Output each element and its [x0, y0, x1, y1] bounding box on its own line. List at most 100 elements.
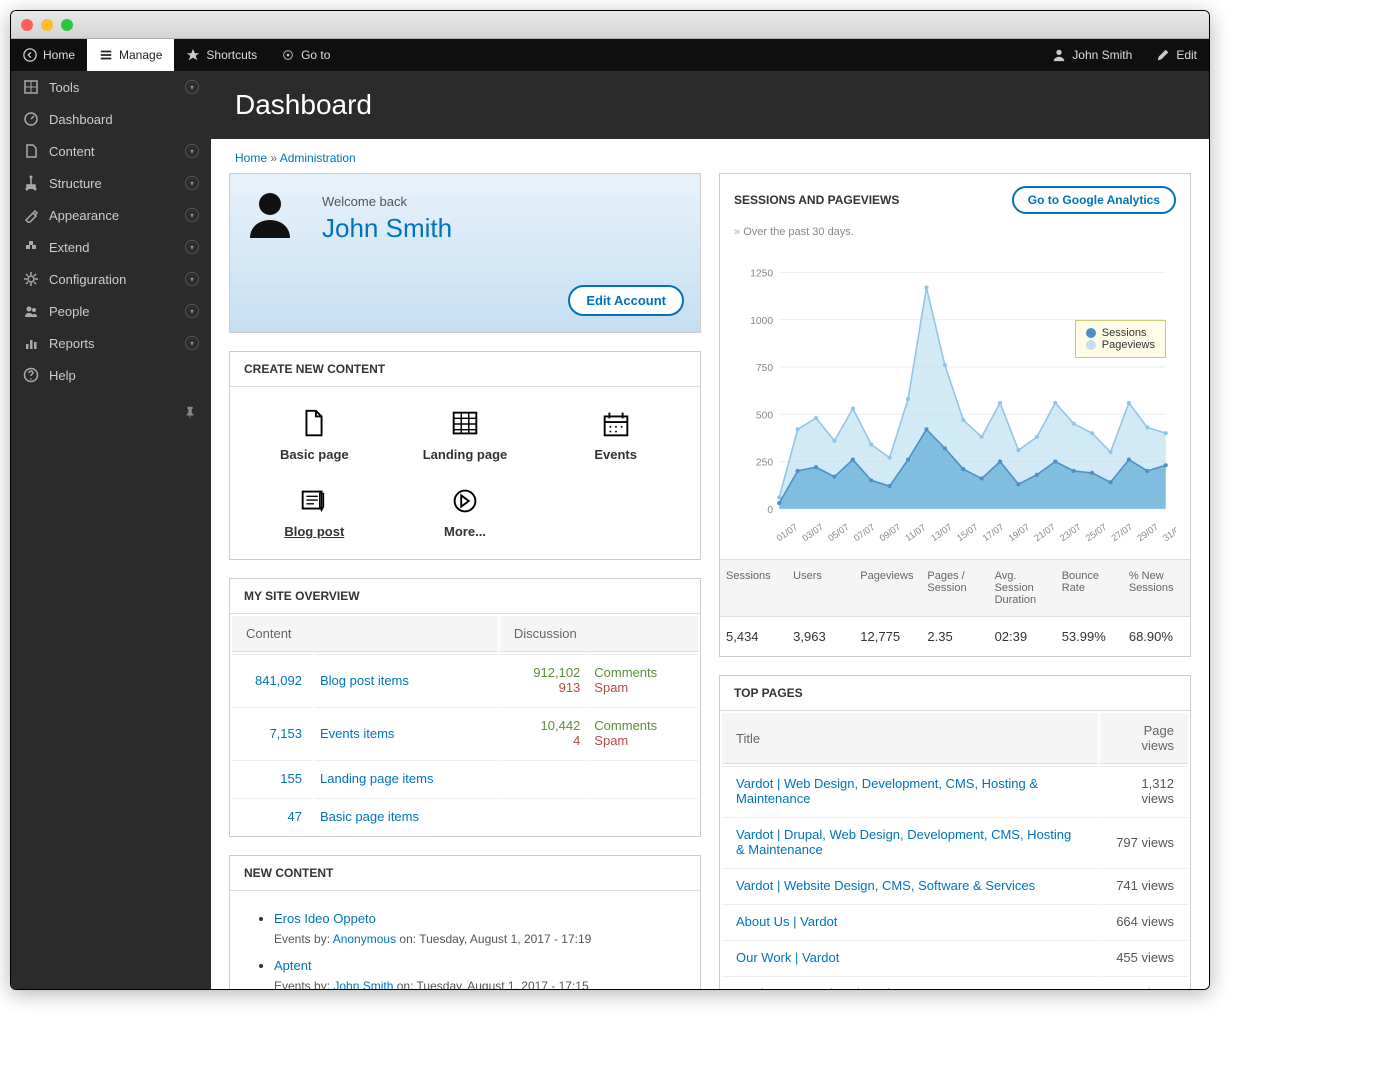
sidebar-item-appearance[interactable]: Appearance▾ — [11, 199, 211, 231]
chevron-down-icon: ▾ — [185, 144, 199, 158]
create-events[interactable]: Events — [545, 401, 686, 468]
toolbar-user-label: John Smith — [1072, 48, 1132, 62]
create-icon — [297, 407, 331, 441]
author-link[interactable]: Anonymous — [333, 932, 396, 946]
top-page-link[interactable]: Vardot | Drupal, Web Design, Development… — [736, 827, 1071, 857]
svg-text:500: 500 — [756, 410, 773, 421]
top-pages-panel: TOP PAGES Title Page views Vardot | Web … — [719, 675, 1191, 989]
admin-toolbar: Home Manage Shortcuts Go to John Smith — [11, 39, 1209, 71]
svg-text:250: 250 — [756, 458, 773, 469]
sidebar-item-extend[interactable]: Extend▾ — [11, 231, 211, 263]
metric-header: Bounce Rate — [1056, 560, 1123, 617]
toolbar-edit-label: Edit — [1176, 48, 1197, 62]
overview-count: 155 — [232, 760, 312, 796]
top-page-views: 455 views — [1100, 940, 1189, 974]
overview-link[interactable]: Blog post items — [320, 673, 409, 688]
author-link[interactable]: John Smith — [333, 979, 393, 990]
site-overview-panel: MY SITE OVERVIEW Content Discussion 841,… — [229, 578, 701, 837]
sidebar-item-dashboard[interactable]: Dashboard — [11, 103, 211, 135]
breadcrumb-current[interactable]: Administration — [280, 151, 356, 165]
svg-text:23/07: 23/07 — [1058, 522, 1083, 543]
create-icon — [599, 407, 633, 441]
dashboard-icon — [23, 111, 39, 127]
welcome-username[interactable]: John Smith — [322, 213, 680, 244]
content-title-link[interactable]: Aptent — [274, 958, 312, 973]
breadcrumb-home[interactable]: Home — [235, 151, 267, 165]
create-blog-post[interactable]: Blog post — [244, 478, 385, 545]
sidebar-item-tools[interactable]: Tools▾ — [11, 71, 211, 103]
new-content-item: AptentEvents by: John Smith on: Tuesday,… — [274, 952, 686, 989]
content-title-link[interactable]: Eros Ideo Oppeto — [274, 911, 376, 926]
toolbar-user[interactable]: John Smith — [1040, 39, 1144, 71]
pin-icon[interactable] — [169, 399, 211, 428]
sidebar-item-label: Tools — [49, 80, 79, 95]
svg-text:1250: 1250 — [750, 268, 773, 279]
extend-icon — [23, 239, 39, 255]
sidebar-item-label: Structure — [49, 176, 102, 191]
toolbar-edit[interactable]: Edit — [1144, 39, 1209, 71]
top-page-row: Products & Services | Vardot395 views — [722, 976, 1188, 989]
top-page-link[interactable]: Vardot | Website Design, CMS, Software &… — [736, 878, 1035, 893]
minimize-window-icon[interactable] — [41, 19, 53, 31]
sidebar-item-people[interactable]: People▾ — [11, 295, 211, 327]
create-basic-page[interactable]: Basic page — [244, 401, 385, 468]
top-page-views: 664 views — [1100, 904, 1189, 938]
sidebar-item-help[interactable]: Help — [11, 359, 211, 391]
configuration-icon — [23, 271, 39, 287]
overview-link[interactable]: Events items — [320, 726, 394, 741]
sidebar-item-label: Help — [49, 368, 76, 383]
new-content-item: Eros Ideo OppetoEvents by: Anonymous on:… — [274, 905, 686, 952]
toolbar-shortcuts[interactable]: Shortcuts — [174, 39, 269, 71]
maximize-window-icon[interactable] — [61, 19, 73, 31]
legend-pageviews: Pageviews — [1102, 339, 1155, 351]
create-item-label: More... — [444, 524, 486, 539]
people-icon — [23, 303, 39, 319]
overview-link[interactable]: Basic page items — [320, 809, 419, 824]
top-page-link[interactable]: Vardot | Web Design, Development, CMS, H… — [736, 776, 1038, 806]
overview-row: 841,092Blog post items912,102913Comments… — [232, 654, 698, 705]
create-item-label: Landing page — [423, 447, 508, 462]
close-window-icon[interactable] — [21, 19, 33, 31]
toppages-title-header: Title — [722, 713, 1098, 764]
top-page-link[interactable]: Our Work | Vardot — [736, 950, 839, 965]
metric-value: 5,434 — [720, 617, 787, 656]
sidebar-item-configuration[interactable]: Configuration▾ — [11, 263, 211, 295]
legend-sessions: Sessions — [1102, 327, 1147, 339]
create-icon — [448, 484, 482, 518]
create-more-[interactable]: More... — [395, 478, 536, 545]
chevron-down-icon: ▾ — [185, 176, 199, 190]
page-title: Dashboard — [211, 71, 1209, 139]
overview-count: 47 — [232, 798, 312, 834]
top-page-link[interactable]: About Us | Vardot — [736, 914, 837, 929]
svg-text:01/07: 01/07 — [775, 522, 800, 543]
metric-header: Pageviews — [854, 560, 921, 617]
target-icon — [281, 48, 295, 62]
svg-text:05/07: 05/07 — [826, 522, 851, 543]
top-page-link[interactable]: Products & Services | Vardot — [736, 986, 901, 989]
edit-account-button[interactable]: Edit Account — [568, 285, 684, 316]
toolbar-manage[interactable]: Manage — [87, 39, 174, 71]
google-analytics-button[interactable]: Go to Google Analytics — [1012, 186, 1176, 214]
overview-row: 7,153Events items10,4424CommentsSpam — [232, 707, 698, 758]
user-icon — [1052, 48, 1066, 62]
top-page-views: 741 views — [1100, 868, 1189, 902]
top-page-row: Our Work | Vardot 455 views — [722, 940, 1188, 974]
help-icon — [23, 367, 39, 383]
sidebar-item-structure[interactable]: Structure ▾ — [11, 167, 211, 199]
create-item-label: Events — [594, 447, 637, 462]
sidebar-item-content[interactable]: Content▾ — [11, 135, 211, 167]
toolbar-goto[interactable]: Go to — [269, 39, 342, 71]
create-landing-page[interactable]: Landing page — [395, 401, 536, 468]
metric-value: 02:39 — [989, 617, 1056, 656]
svg-text:13/07: 13/07 — [929, 522, 954, 543]
toolbar-home[interactable]: Home — [11, 39, 87, 71]
tools-icon — [23, 79, 39, 95]
top-page-row: About Us | Vardot 664 views — [722, 904, 1188, 938]
svg-text:19/07: 19/07 — [1007, 522, 1032, 543]
svg-text:25/07: 25/07 — [1084, 522, 1109, 543]
star-icon — [186, 48, 200, 62]
welcome-back-label: Welcome back — [322, 194, 680, 209]
sidebar-item-reports[interactable]: Reports▾ — [11, 327, 211, 359]
overview-link[interactable]: Landing page items — [320, 771, 433, 786]
svg-text:1000: 1000 — [750, 316, 773, 327]
